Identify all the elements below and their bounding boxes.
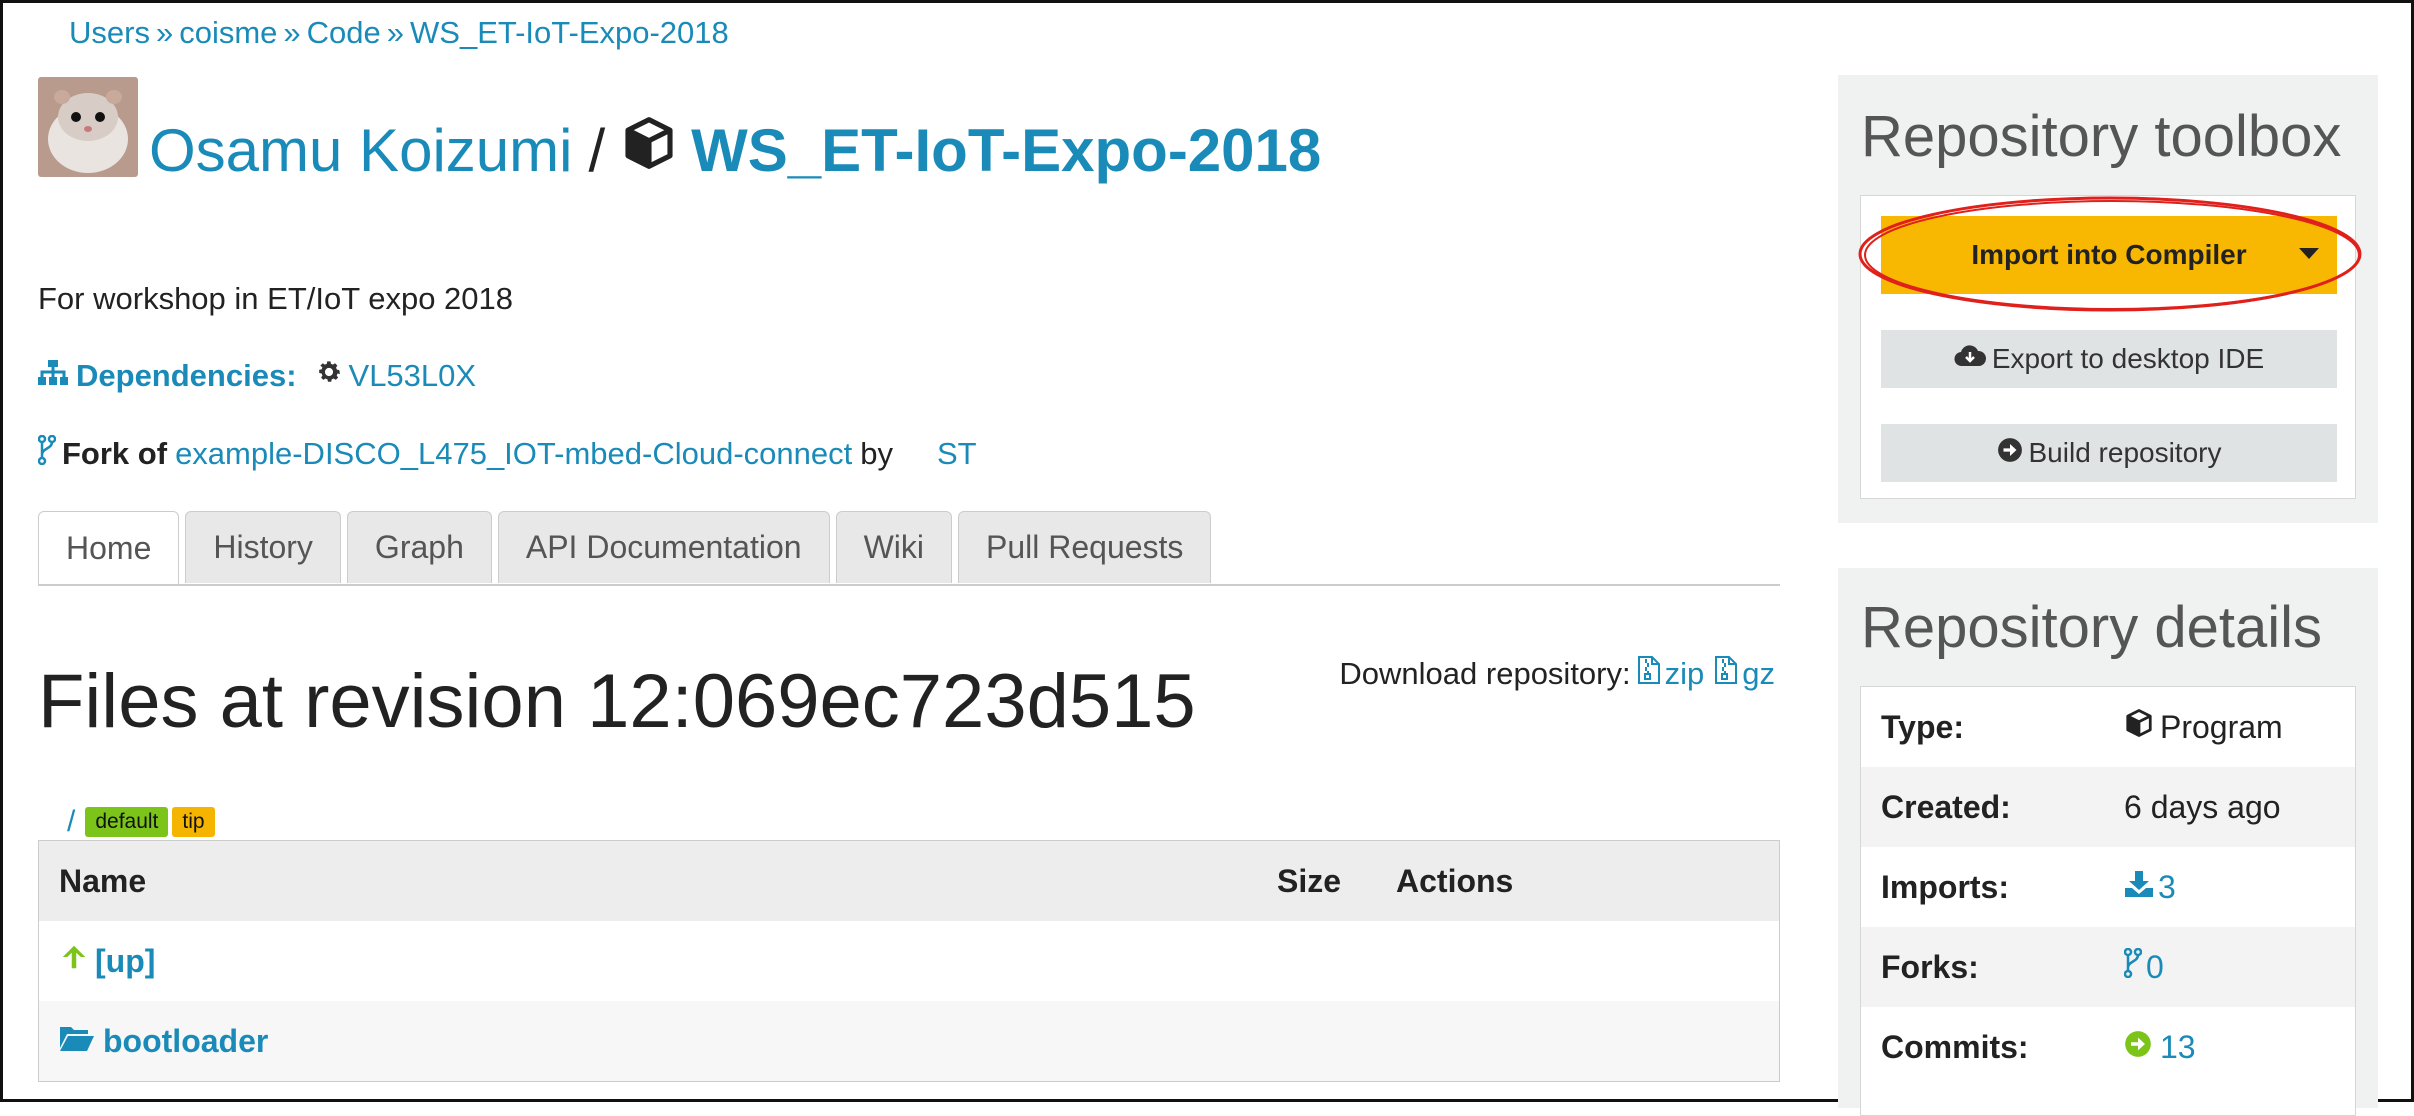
breadcrumb-coisme[interactable]: coisme bbox=[179, 15, 277, 50]
tab-graph[interactable]: Graph bbox=[346, 511, 492, 583]
dependencies-line: Dependencies: VL53L0X bbox=[38, 358, 476, 394]
file-zip-icon bbox=[1714, 655, 1738, 693]
up-link[interactable]: [up] bbox=[59, 942, 155, 980]
download-zip-link[interactable]: zip bbox=[1637, 655, 1705, 693]
imports-count: 3 bbox=[2158, 868, 2176, 905]
path-root-link[interactable]: / bbox=[67, 805, 75, 839]
repository-toolbox: Repository toolbox Import into Compiler … bbox=[1838, 75, 2378, 523]
imports-link[interactable]: 3 bbox=[2124, 869, 2176, 906]
column-header-actions: Actions bbox=[1396, 862, 1514, 899]
repo-tabs: Home History Graph API Documentation Wik… bbox=[38, 511, 1217, 585]
branch-badge: default bbox=[85, 807, 169, 837]
detail-row-imports: Imports: 3 bbox=[1861, 847, 2355, 927]
files-heading: Files at revision 12:069ec723d515 bbox=[38, 659, 1196, 744]
build-button-label: Build repository bbox=[2028, 437, 2222, 468]
file-zip-icon bbox=[1637, 655, 1661, 693]
forks-count: 0 bbox=[2146, 948, 2164, 985]
commits-link[interactable]: 13 bbox=[2124, 1029, 2196, 1066]
forks-label: Forks: bbox=[1881, 948, 1979, 985]
type-text: Program bbox=[2160, 708, 2283, 745]
breadcrumb-separator: » bbox=[283, 15, 301, 50]
detail-row-commits: Commits: 13 bbox=[1861, 1007, 2355, 1087]
arrow-circle-right-icon bbox=[1997, 437, 2023, 470]
file-table: Name Size Actions [up] bootloader bbox=[38, 840, 1780, 1082]
red-annotation-ellipse bbox=[1858, 196, 2362, 312]
download-repository: Download repository: zip gz bbox=[1339, 655, 1775, 693]
fork-by: by bbox=[860, 436, 893, 471]
commits-count: 13 bbox=[2160, 1028, 2196, 1065]
path-line: / default tip bbox=[67, 805, 215, 839]
fork-author-link[interactable]: ST bbox=[937, 436, 977, 472]
type-value: Program bbox=[2124, 708, 2283, 746]
title-separator: / bbox=[588, 116, 606, 184]
download-label: Download repository: bbox=[1339, 656, 1631, 691]
export-button-label: Export to desktop IDE bbox=[1991, 343, 2265, 374]
created-value: 6 days ago bbox=[2124, 788, 2281, 825]
table-row: [up] bbox=[39, 921, 1779, 1001]
gear-icon bbox=[315, 358, 343, 394]
breadcrumb-users[interactable]: Users bbox=[69, 15, 150, 50]
download-icon bbox=[2124, 869, 2154, 906]
breadcrumb-code[interactable]: Code bbox=[307, 15, 381, 50]
arrow-circle-right-icon bbox=[2124, 1029, 2152, 1066]
tab-wiki[interactable]: Wiki bbox=[835, 511, 952, 583]
cube-icon bbox=[621, 115, 677, 185]
repository-details: Repository details Type: Program Created… bbox=[1838, 568, 2378, 1116]
avatar[interactable] bbox=[38, 77, 138, 177]
build-repository-button[interactable]: Build repository bbox=[1881, 424, 2337, 482]
toolbox-title: Repository toolbox bbox=[1861, 104, 2342, 169]
download-zip-label: zip bbox=[1664, 656, 1705, 691]
breadcrumb-repo[interactable]: WS_ET-IoT-Expo-2018 bbox=[410, 15, 729, 50]
code-fork-icon bbox=[2123, 947, 2143, 986]
breadcrumb-separator: » bbox=[386, 15, 405, 50]
imports-label: Imports: bbox=[1881, 868, 2009, 905]
tab-api-documentation[interactable]: API Documentation bbox=[497, 511, 830, 583]
column-header-name: Name bbox=[59, 862, 147, 899]
tab-pull-requests[interactable]: Pull Requests bbox=[957, 511, 1212, 583]
repo-name-link[interactable]: WS_ET-IoT-Expo-2018 bbox=[691, 116, 1321, 185]
code-fork-icon bbox=[37, 434, 57, 473]
fork-line: Fork of example-DISCO_L475_IOT-mbed-Clou… bbox=[37, 434, 977, 473]
fork-source-link[interactable]: example-DISCO_L475_IOT-mbed-Cloud-connec… bbox=[175, 436, 852, 472]
details-table: Type: Program Created: 6 days ago Import… bbox=[1860, 686, 2356, 1116]
owner-link[interactable]: Osamu Koizumi bbox=[149, 116, 572, 185]
type-label: Type: bbox=[1881, 708, 1964, 745]
download-gz-label: gz bbox=[1742, 656, 1775, 691]
dependencies-label[interactable]: Dependencies: bbox=[76, 358, 297, 394]
breadcrumb: Users» coisme» Code» WS_ET-IoT-Expo-2018 bbox=[69, 15, 729, 51]
repo-description: For workshop in ET/IoT expo 2018 bbox=[38, 281, 514, 316]
page-title: Osamu Koizumi / WS_ET-IoT-Expo-2018 bbox=[149, 115, 1321, 185]
details-title: Repository details bbox=[1861, 595, 2322, 660]
download-gz-link[interactable]: gz bbox=[1714, 655, 1775, 693]
detail-row-forks: Forks: 0 bbox=[1861, 927, 2355, 1007]
tab-history[interactable]: History bbox=[185, 511, 341, 583]
file-name: [up] bbox=[95, 942, 156, 979]
tag-badge: tip bbox=[172, 807, 215, 837]
breadcrumb-separator: » bbox=[155, 15, 174, 50]
folder-link[interactable]: bootloader bbox=[59, 1023, 268, 1060]
table-header: Name Size Actions bbox=[39, 841, 1779, 921]
table-row: bootloader bbox=[39, 1001, 1779, 1081]
cloud-download-icon bbox=[1954, 343, 1986, 375]
forks-link[interactable]: 0 bbox=[2123, 947, 2164, 986]
export-desktop-ide-button[interactable]: Export to desktop IDE bbox=[1881, 330, 2337, 388]
created-label: Created: bbox=[1881, 788, 2011, 825]
detail-row-type: Type: Program bbox=[1861, 687, 2355, 767]
file-name: bootloader bbox=[103, 1022, 269, 1059]
tab-divider bbox=[38, 584, 1780, 586]
column-header-size: Size bbox=[1277, 862, 1342, 899]
detail-row-created: Created: 6 days ago bbox=[1861, 767, 2355, 847]
arrow-up-icon bbox=[59, 942, 89, 980]
tab-home[interactable]: Home bbox=[38, 511, 180, 585]
fork-prefix: Fork of bbox=[62, 436, 168, 471]
toolbox-body: Import into Compiler Export to desktop I… bbox=[1858, 195, 2362, 499]
commits-label: Commits: bbox=[1881, 1028, 2029, 1065]
cube-icon bbox=[2124, 708, 2154, 746]
folder-open-icon bbox=[59, 1023, 95, 1060]
sitemap-icon bbox=[38, 358, 68, 394]
dependency-link[interactable]: VL53L0X bbox=[349, 358, 477, 394]
